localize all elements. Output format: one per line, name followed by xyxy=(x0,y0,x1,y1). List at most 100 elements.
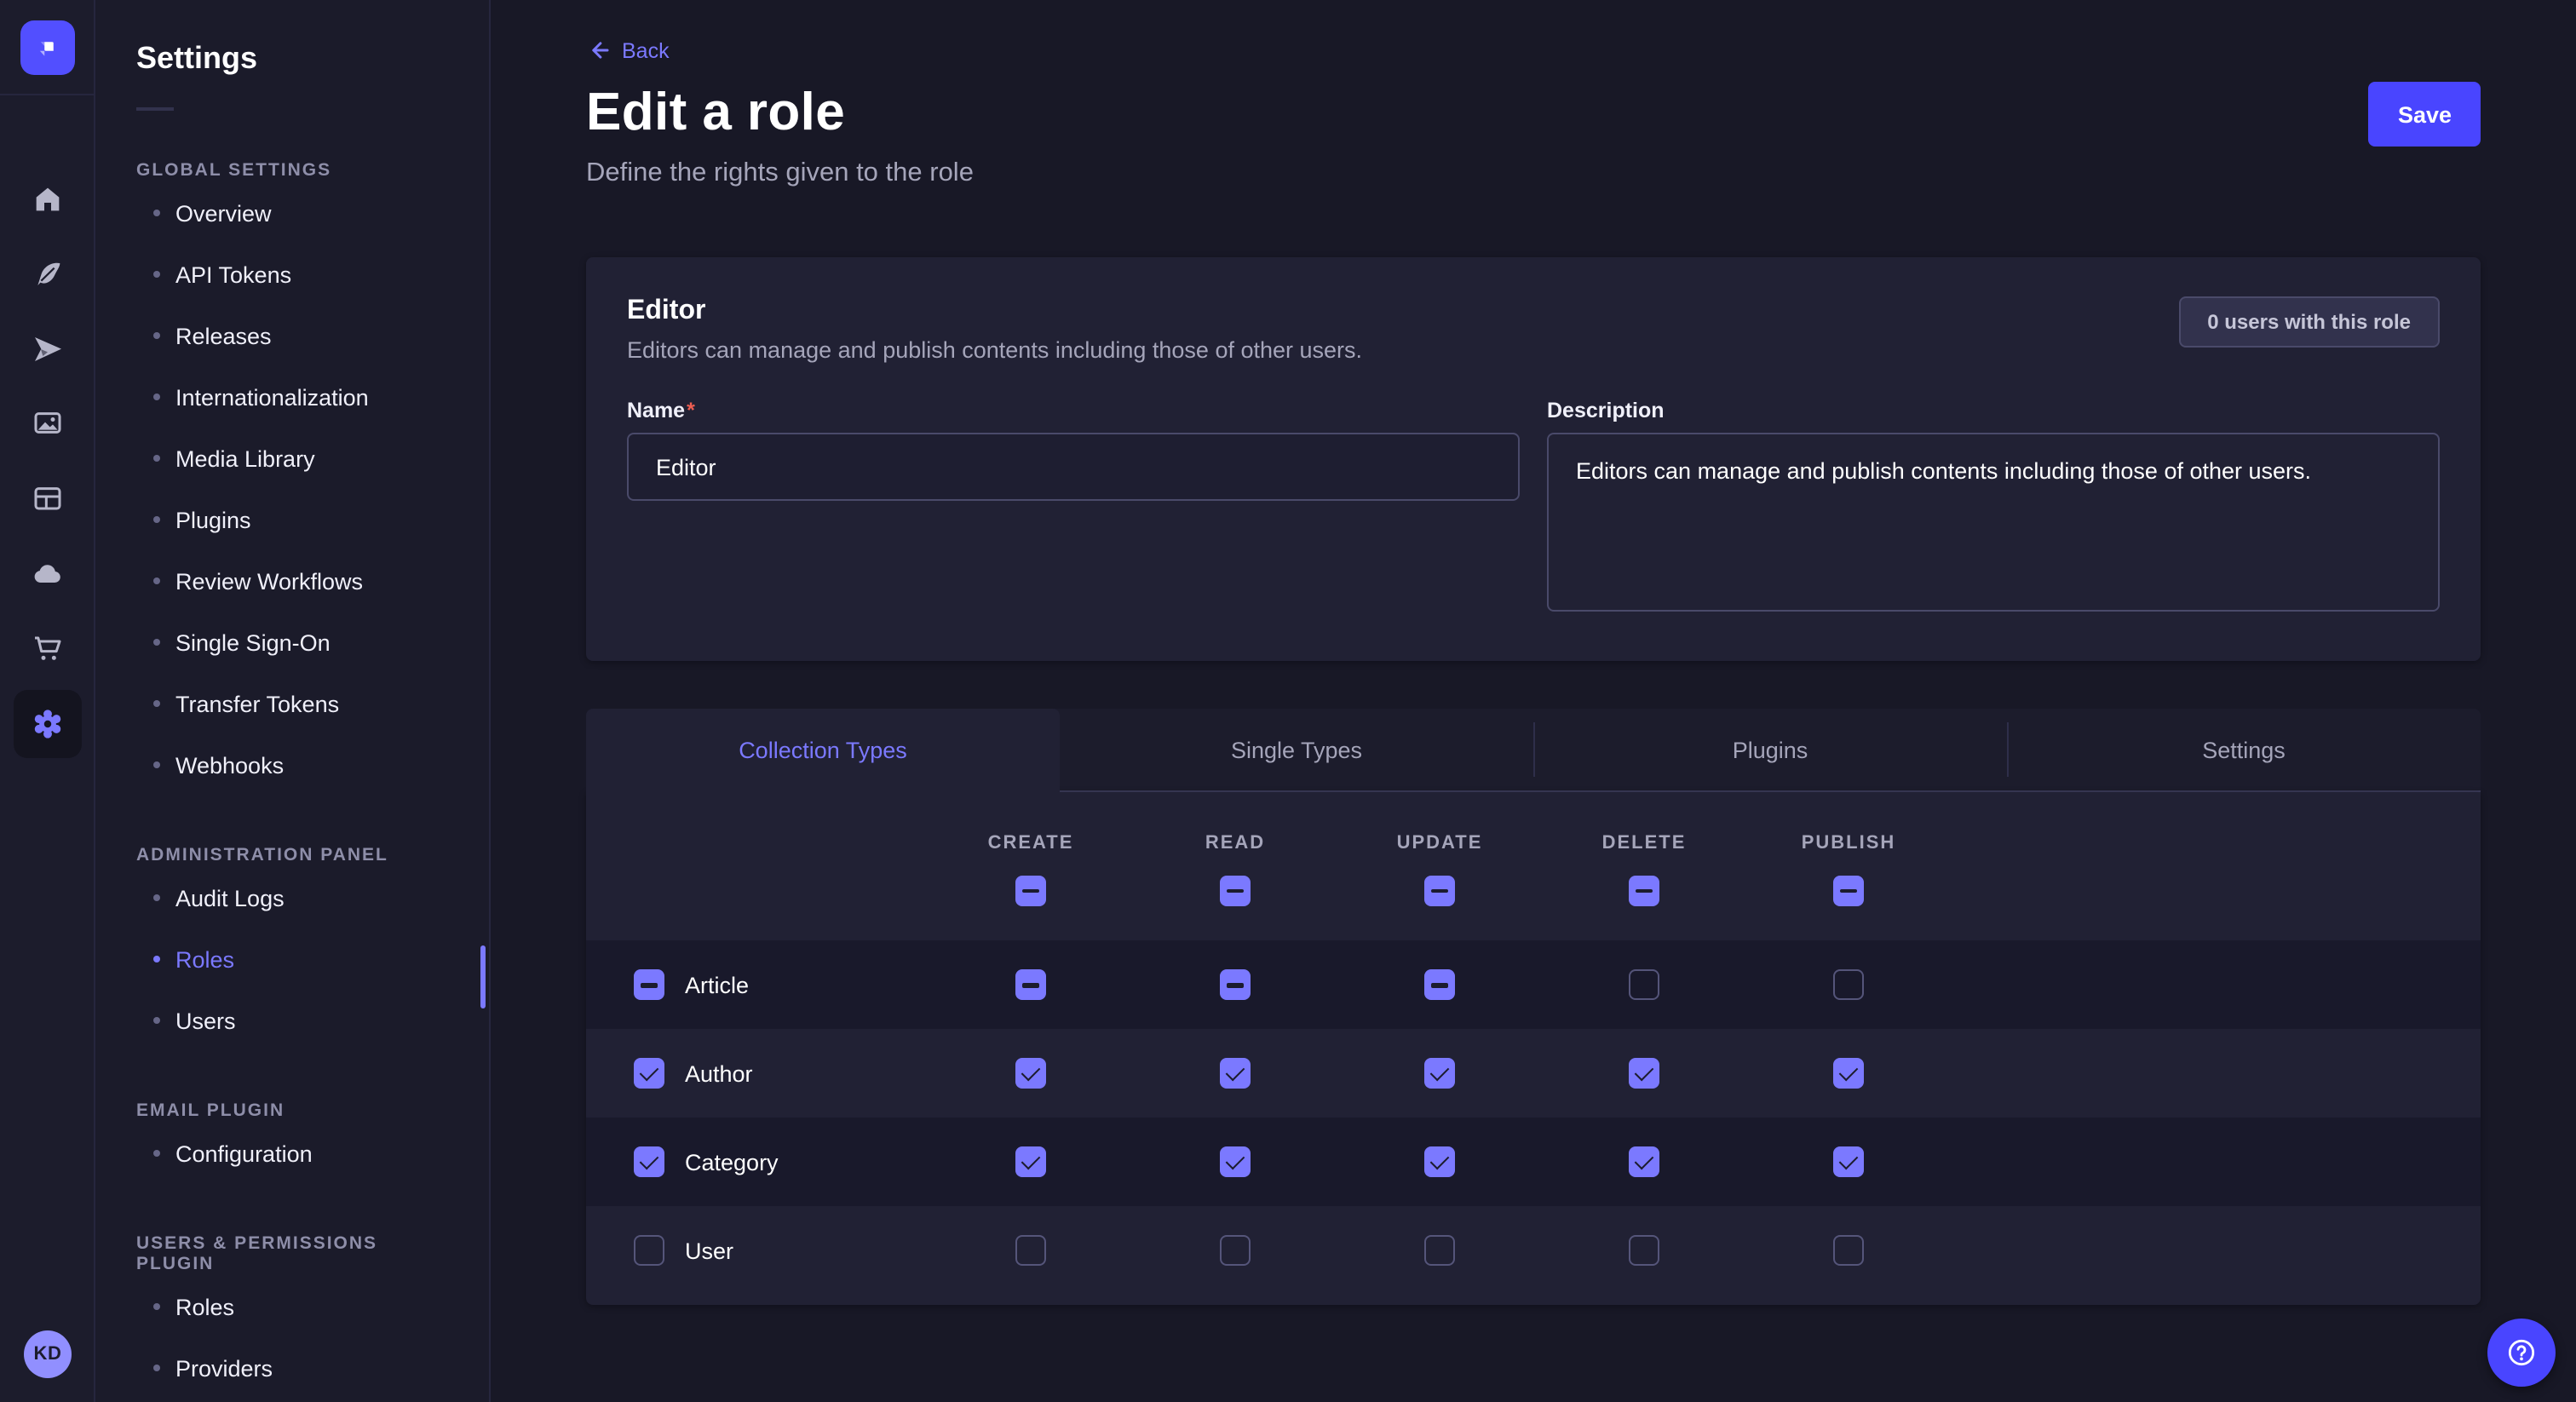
user-row-checkbox[interactable] xyxy=(634,1235,664,1266)
select-all-create-checkbox[interactable] xyxy=(1015,875,1046,905)
category-create-checkbox[interactable] xyxy=(1015,1146,1046,1177)
back-label: Back xyxy=(622,38,670,62)
users-with-role-badge[interactable]: 0 users with this role xyxy=(2178,296,2440,348)
author-publish-checkbox[interactable] xyxy=(1833,1058,1864,1089)
bullet-icon xyxy=(153,1150,160,1157)
bullet-icon xyxy=(153,956,160,962)
article-create-checkbox[interactable] xyxy=(1015,969,1046,1000)
name-field-label: Name* xyxy=(627,399,1520,422)
back-link[interactable]: Back xyxy=(586,0,670,63)
article-publish-checkbox[interactable] xyxy=(1833,969,1864,1000)
category-publish-checkbox[interactable] xyxy=(1833,1146,1864,1177)
row-label: User xyxy=(685,1238,733,1263)
sidebar-item-up-roles[interactable]: Roles xyxy=(95,1276,489,1337)
help-button[interactable] xyxy=(2487,1319,2556,1387)
home-nav-button[interactable] xyxy=(13,165,81,233)
author-delete-checkbox[interactable] xyxy=(1629,1058,1659,1089)
sidebar-item-releases[interactable]: Releases xyxy=(95,305,489,366)
column-label-create: CREATE xyxy=(988,832,1074,853)
media-library-nav-button[interactable] xyxy=(13,390,81,458)
column-update: UPDATE xyxy=(1337,827,1542,905)
category-row-checkbox[interactable] xyxy=(634,1146,664,1177)
bullet-icon xyxy=(153,577,160,584)
sidebar-item-audit-logs[interactable]: Audit Logs xyxy=(95,867,489,928)
select-all-publish-checkbox[interactable] xyxy=(1833,875,1864,905)
user-delete-checkbox[interactable] xyxy=(1629,1235,1659,1266)
section-label-email-plugin: EMAIL PLUGIN xyxy=(136,1100,448,1121)
category-read-checkbox[interactable] xyxy=(1220,1146,1251,1177)
avatar[interactable]: KD xyxy=(24,1330,72,1378)
tab-collection-types[interactable]: Collection Types xyxy=(586,709,1060,792)
marketplace-nav-button[interactable] xyxy=(13,465,81,533)
description-textarea[interactable]: Editors can manage and publish contents … xyxy=(1547,433,2440,612)
divider xyxy=(136,107,174,111)
sidebar-item-transfer-tokens[interactable]: Transfer Tokens xyxy=(95,673,489,734)
author-create-checkbox[interactable] xyxy=(1015,1058,1046,1089)
sidebar-item-providers[interactable]: Providers xyxy=(95,1337,489,1399)
article-delete-checkbox[interactable] xyxy=(1629,969,1659,1000)
author-read-checkbox[interactable] xyxy=(1220,1058,1251,1089)
strapi-logo-icon xyxy=(32,32,62,62)
deploy-nav-button[interactable] xyxy=(13,315,81,383)
user-read-checkbox[interactable] xyxy=(1220,1235,1251,1266)
content-manager-nav-button[interactable] xyxy=(13,240,81,308)
purchases-nav-button[interactable] xyxy=(13,615,81,683)
permission-row-category: Category xyxy=(586,1118,2481,1206)
role-description-text: Editors can manage and publish contents … xyxy=(627,337,1362,363)
sidebar-item-media-library[interactable]: Media Library xyxy=(95,428,489,489)
article-update-checkbox[interactable] xyxy=(1424,969,1455,1000)
sidebar-scrollbar-thumb[interactable] xyxy=(480,945,486,1008)
permissions-panel: CREATE READ UPDATE DELETE PUBLISH xyxy=(586,792,2481,1305)
sidebar-item-api-tokens[interactable]: API Tokens xyxy=(95,244,489,305)
sidebar-item-review-workflows[interactable]: Review Workflows xyxy=(95,550,489,612)
strapi-logo[interactable] xyxy=(20,20,74,74)
permission-row-article: Article xyxy=(586,940,2481,1029)
user-publish-checkbox[interactable] xyxy=(1833,1235,1864,1266)
administration-panel-list: Audit Logs Roles Users xyxy=(95,867,489,1051)
main-nav-rail: KD xyxy=(0,0,95,1402)
sidebar-item-users[interactable]: Users xyxy=(95,990,489,1051)
name-field-group: Name* xyxy=(627,399,1520,501)
sidebar-item-overview[interactable]: Overview xyxy=(95,182,489,244)
role-card-header: Editor Editors can manage and publish co… xyxy=(627,296,2440,363)
bullet-icon xyxy=(153,1365,160,1371)
cloud-nav-button[interactable] xyxy=(13,540,81,608)
sidebar-item-roles[interactable]: Roles xyxy=(95,928,489,990)
sidebar-item-internationalization[interactable]: Internationalization xyxy=(95,366,489,428)
user-update-checkbox[interactable] xyxy=(1424,1235,1455,1266)
article-read-checkbox[interactable] xyxy=(1220,969,1251,1000)
column-publish: PUBLISH xyxy=(1746,827,1951,905)
article-row-checkbox[interactable] xyxy=(634,969,664,1000)
category-delete-checkbox[interactable] xyxy=(1629,1146,1659,1177)
tab-plugins[interactable]: Plugins xyxy=(1533,709,2007,790)
bullet-icon xyxy=(153,516,160,523)
rail-icon-list xyxy=(0,95,94,758)
settings-sidebar: Settings GLOBAL SETTINGS Overview API To… xyxy=(95,0,491,1402)
row-label: Author xyxy=(685,1060,753,1086)
feather-icon xyxy=(30,257,64,291)
user-create-checkbox[interactable] xyxy=(1015,1235,1046,1266)
bullet-icon xyxy=(153,394,160,400)
select-all-update-checkbox[interactable] xyxy=(1424,875,1455,905)
name-input[interactable] xyxy=(627,433,1520,501)
main-content: Back Edit a role Save Define the rights … xyxy=(491,0,2576,1402)
section-label-administration-panel: ADMINISTRATION PANEL xyxy=(136,845,448,865)
sidebar-item-webhooks[interactable]: Webhooks xyxy=(95,734,489,796)
back-arrow-icon xyxy=(586,37,612,63)
question-circle-icon xyxy=(2504,1336,2539,1370)
select-all-read-checkbox[interactable] xyxy=(1220,875,1251,905)
settings-nav-button[interactable] xyxy=(13,690,81,758)
bullet-icon xyxy=(153,700,160,707)
tab-settings[interactable]: Settings xyxy=(2007,709,2481,790)
tab-single-types[interactable]: Single Types xyxy=(1060,709,1533,790)
sidebar-item-plugins[interactable]: Plugins xyxy=(95,489,489,550)
column-read: READ xyxy=(1133,827,1337,905)
sidebar-item-configuration[interactable]: Configuration xyxy=(95,1123,489,1184)
save-button[interactable]: Save xyxy=(2369,82,2481,147)
category-update-checkbox[interactable] xyxy=(1424,1146,1455,1177)
author-row-checkbox[interactable] xyxy=(634,1058,664,1089)
sidebar-item-single-sign-on[interactable]: Single Sign-On xyxy=(95,612,489,673)
author-update-checkbox[interactable] xyxy=(1424,1058,1455,1089)
row-label: Article xyxy=(685,972,749,997)
select-all-delete-checkbox[interactable] xyxy=(1629,875,1659,905)
